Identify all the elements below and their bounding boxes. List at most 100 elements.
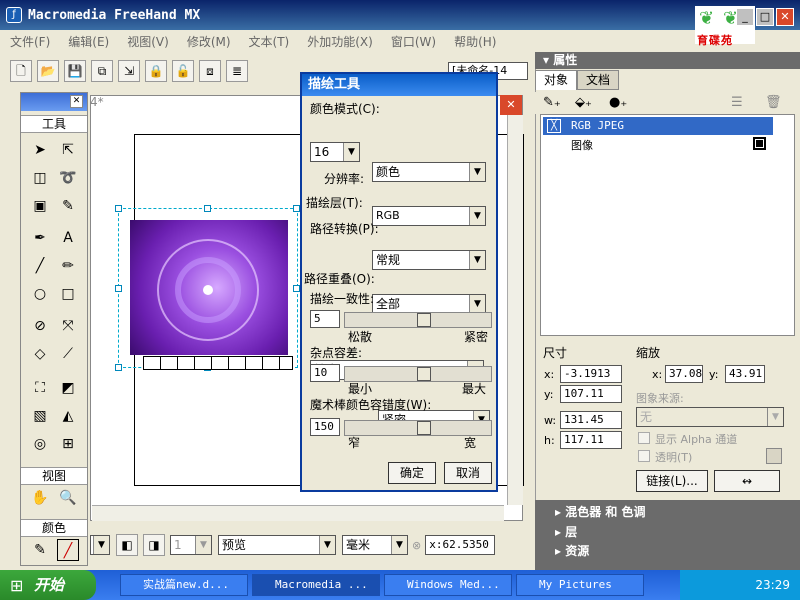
rectangle-tool-icon[interactable]: □	[57, 283, 79, 305]
text-tool-icon[interactable]: A	[57, 227, 79, 249]
traced-image[interactable]	[130, 220, 288, 355]
tab-document[interactable]: 文档	[577, 70, 620, 90]
tools-panel-header[interactable]: ✕	[21, 93, 87, 111]
menu-edit[interactable]: 编辑(E)	[68, 33, 109, 50]
image-source-dropdown[interactable]: 无 ▼	[636, 407, 784, 427]
chart-tool-icon[interactable]: ⊞	[57, 433, 79, 455]
object-row-rgb-jpeg[interactable]: RGB JPEG	[543, 117, 773, 135]
eraser-tool-icon[interactable]: ◇	[29, 343, 51, 365]
dialog-title[interactable]: 描绘工具	[302, 74, 496, 96]
menu-help[interactable]: 帮助(H)	[454, 33, 496, 50]
cancel-icon[interactable]: ⊗	[412, 539, 421, 552]
w-field[interactable]: 131.45	[560, 411, 622, 429]
fill-tool-icon[interactable]: ⛶	[29, 377, 51, 399]
panel-layers[interactable]: ▸ 层	[555, 523, 577, 540]
properties-header[interactable]: ▾ 属性	[535, 52, 800, 69]
taskbar-item-document[interactable]: 实战篇new.d...	[120, 574, 248, 596]
menu-text[interactable]: 文本(T)	[249, 33, 290, 50]
slider-knob[interactable]	[417, 421, 431, 435]
open-icon[interactable]: 📂	[37, 60, 59, 82]
ellipse-tool-icon[interactable]: ○	[29, 283, 51, 305]
group-icon[interactable]: ⧈	[199, 60, 221, 82]
next-page-icon[interactable]: ◨	[143, 534, 165, 556]
list-icon[interactable]: ☰	[731, 95, 743, 110]
selection-handle[interactable]	[115, 285, 122, 292]
conformity-slider[interactable]	[344, 312, 492, 328]
tray-clock[interactable]: 23:29	[755, 578, 790, 592]
color-count-dropdown[interactable]: 16 ▼	[310, 142, 360, 162]
menu-file[interactable]: 文件(F)	[10, 33, 50, 50]
line-tool-icon[interactable]: ╱	[29, 255, 51, 277]
eyedropper-tool-icon[interactable]: ✎	[57, 195, 79, 217]
pointer-tool-icon[interactable]: ➤	[29, 139, 51, 161]
tab-object[interactable]: 对象	[535, 70, 578, 90]
menu-view[interactable]: 视图(V)	[127, 33, 169, 50]
vertical-scrollbar[interactable]	[507, 115, 523, 505]
close-button[interactable]: ✕	[776, 8, 794, 26]
edit-image-button[interactable]: ↭	[714, 470, 780, 492]
lock-icon[interactable]: 🔒	[145, 60, 167, 82]
color-space-dropdown[interactable]: RGB ▼	[372, 206, 486, 226]
document-close-icon[interactable]: ✕	[500, 95, 522, 115]
preview-mode-dropdown[interactable]: 预览 ▼	[218, 535, 336, 555]
scale-tool-icon[interactable]: ⤧	[57, 315, 79, 337]
new-document-icon[interactable]: 🗋	[10, 60, 32, 82]
page-nav-dropdown[interactable]: ▼	[90, 535, 110, 555]
units-dropdown[interactable]: 毫米 ▼	[342, 535, 408, 555]
rotate-tool-icon[interactable]: ⊘	[29, 315, 51, 337]
ok-button[interactable]: 确定	[388, 462, 436, 484]
align-icon[interactable]: ≣	[226, 60, 248, 82]
export-icon[interactable]: ⇲	[118, 60, 140, 82]
selection-handle[interactable]	[293, 285, 300, 292]
link-tool-icon[interactable]: ◎	[29, 433, 51, 455]
taskbar-item-my-pictures[interactable]: My Pictures	[516, 574, 644, 596]
selection-handle[interactable]	[293, 205, 300, 212]
scale-x-field[interactable]: 37.08	[665, 365, 703, 383]
title-bar[interactable]: ƒ Macromedia FreeHand MX	[0, 0, 800, 30]
effect-add-icon[interactable]: ●₊	[609, 95, 627, 110]
show-alpha-checkbox[interactable]	[638, 432, 650, 444]
selection-handle[interactable]	[115, 364, 122, 371]
menu-modify[interactable]: 修改(M)	[187, 33, 231, 50]
slider-knob[interactable]	[417, 367, 431, 381]
knife-tool-icon[interactable]: ⟋	[57, 343, 79, 365]
transparent-color-swatch[interactable]	[766, 448, 782, 464]
pen-tool-icon[interactable]: ✒	[29, 227, 51, 249]
object-row-image[interactable]: 图像	[571, 137, 593, 153]
taskbar-item-media-player[interactable]: Windows Med...	[384, 574, 512, 596]
cancel-button[interactable]: 取消	[444, 462, 492, 484]
menu-xtras[interactable]: 外加功能(X)	[307, 33, 373, 50]
menu-window[interactable]: 窗口(W)	[391, 33, 436, 50]
wand-tolerance-field[interactable]: 150	[310, 418, 340, 436]
save-icon[interactable]: 💾	[64, 60, 86, 82]
zoom-tool-icon[interactable]: 🔍	[57, 487, 79, 509]
panel-mixer-tint[interactable]: ▸ 混色器 和 色调	[555, 503, 646, 520]
stroke-color-icon[interactable]: ✎	[29, 539, 51, 561]
fill-color-icon[interactable]: ╱	[57, 539, 79, 561]
page-tool-icon[interactable]: ◫	[29, 167, 51, 189]
hand-tool-icon[interactable]: ✋	[29, 487, 51, 509]
transparent-checkbox[interactable]	[638, 450, 650, 462]
selection-handle[interactable]	[115, 205, 122, 212]
import-icon[interactable]: ⧉	[91, 60, 113, 82]
maximize-button[interactable]: □	[756, 8, 774, 26]
unlock-icon[interactable]: 🔓	[172, 60, 194, 82]
conformity-field[interactable]: 5	[310, 310, 340, 328]
trash-icon[interactable]: 🗑	[765, 95, 782, 110]
scale-y-field[interactable]: 43.91	[725, 365, 765, 383]
trace-tool-active-icon[interactable]: ▧	[29, 405, 51, 427]
h-field[interactable]: 117.11	[560, 431, 622, 449]
horizontal-scrollbar[interactable]	[92, 505, 504, 521]
stroke-add-icon[interactable]: ✎₊	[543, 95, 561, 110]
y-field[interactable]: 107.11	[560, 385, 622, 403]
resolution-dropdown[interactable]: 常规 ▼	[372, 250, 486, 270]
taskbar-item-freehand[interactable]: Macromedia ...	[252, 574, 380, 596]
selection-handle[interactable]	[204, 205, 211, 212]
link-button[interactable]: 链接(L)...	[636, 470, 708, 492]
prev-page-icon[interactable]: ◧	[116, 534, 138, 556]
page-number-field[interactable]: 1 ▼	[170, 535, 212, 555]
minimize-button[interactable]: _	[736, 8, 754, 26]
color-type-dropdown[interactable]: 颜色 ▼	[372, 162, 486, 182]
pencil-tool-icon[interactable]: ✏	[57, 255, 79, 277]
noise-field[interactable]: 10	[310, 364, 340, 382]
